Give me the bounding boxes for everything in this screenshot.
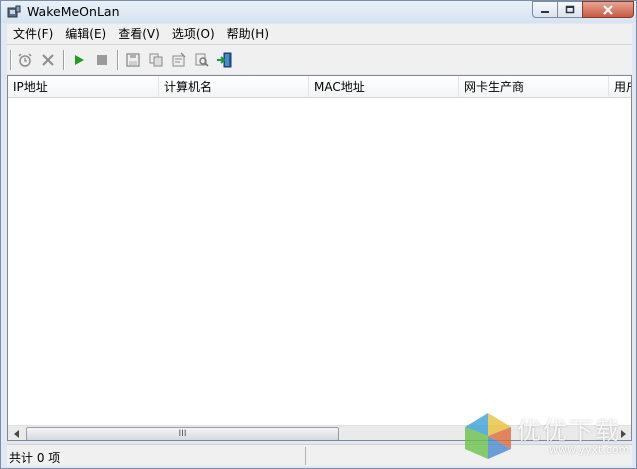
item-count: 共计 0 项 (9, 451, 61, 465)
menu-edit[interactable]: 编辑(E) (59, 24, 112, 44)
delete-icon (42, 54, 54, 66)
stop-button[interactable] (92, 50, 112, 70)
column-mac-address[interactable]: MAC地址 (309, 76, 459, 98)
delete-button[interactable] (38, 50, 58, 70)
close-icon (603, 4, 613, 15)
computer-list[interactable]: IP地址 计算机名 MAC地址 网卡生产商 用户 III (7, 75, 632, 441)
alarm-button[interactable] (15, 50, 35, 70)
stop-icon (97, 55, 107, 65)
toolbar (7, 44, 632, 74)
minimize-icon (541, 10, 549, 13)
exit-button[interactable] (215, 50, 235, 70)
title-bar[interactable]: WakeMeOnLan (1, 1, 636, 23)
copy-icon (149, 53, 163, 67)
close-button[interactable] (582, 1, 634, 18)
window-title: WakeMeOnLan (27, 4, 120, 19)
alarm-icon (18, 53, 32, 67)
column-computer-name[interactable]: 计算机名 (159, 76, 309, 98)
scroll-right-button[interactable] (614, 426, 631, 440)
menu-view[interactable]: 查看(V) (112, 24, 166, 44)
column-ip-address[interactable]: IP地址 (8, 76, 159, 98)
column-user[interactable]: 用户 (609, 76, 631, 98)
save-icon (126, 53, 140, 67)
app-window: WakeMeOnLan 文件(F) 编辑(E) 查看(V) 选项(O) 帮助(H… (0, 0, 637, 469)
properties-icon (172, 52, 186, 67)
minimize-button[interactable] (532, 1, 558, 18)
copy-button[interactable] (146, 50, 166, 70)
find-button[interactable] (192, 50, 212, 70)
horizontal-scrollbar[interactable]: III (8, 425, 631, 440)
scrollbar-grip: III (178, 429, 187, 439)
menu-help[interactable]: 帮助(H) (221, 24, 275, 44)
menu-bar: 文件(F) 编辑(E) 查看(V) 选项(O) 帮助(H) (7, 24, 632, 44)
play-button[interactable] (69, 50, 89, 70)
menu-options[interactable]: 选项(O) (166, 24, 221, 44)
list-header: IP地址 计算机名 MAC地址 网卡生产商 用户 (8, 76, 631, 98)
status-divider (305, 447, 306, 465)
toolbar-separator (10, 50, 12, 70)
scrollbar-thumb[interactable]: III (26, 427, 339, 440)
play-icon (75, 55, 84, 65)
menu-file[interactable]: 文件(F) (7, 24, 59, 44)
properties-button[interactable] (169, 50, 189, 70)
find-icon (195, 53, 209, 67)
status-bar: 共计 0 项 (7, 444, 632, 466)
toolbar-separator (117, 50, 119, 70)
arrow-right-icon (620, 430, 626, 438)
column-adapter-vendor[interactable]: 网卡生产商 (459, 76, 609, 98)
app-icon (7, 5, 21, 18)
scroll-left-button[interactable] (8, 426, 25, 440)
exit-icon (217, 52, 232, 68)
arrow-left-icon (13, 430, 19, 438)
restore-icon (565, 5, 575, 14)
maximize-button[interactable] (557, 1, 583, 18)
save-button[interactable] (123, 50, 143, 70)
toolbar-separator (63, 50, 65, 70)
